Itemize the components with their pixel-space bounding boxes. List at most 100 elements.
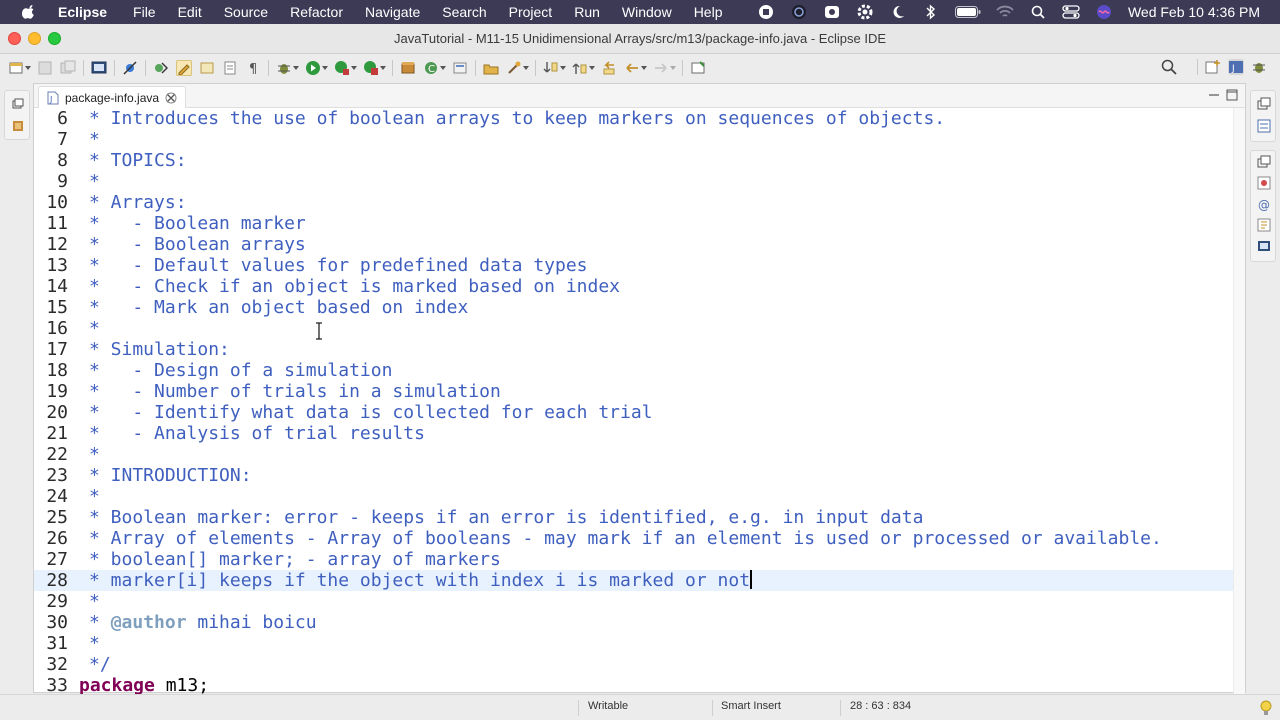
menu-refactor[interactable]: Refactor: [290, 4, 343, 20]
code-line[interactable]: 32 */: [34, 654, 1245, 675]
toggle-mark-occurrences-icon[interactable]: [176, 60, 192, 76]
coverage-icon[interactable]: [334, 60, 350, 76]
tab-package-info-java[interactable]: J package-info.java: [38, 86, 187, 108]
minimize-editor-icon[interactable]: [1207, 88, 1221, 102]
code-editor[interactable]: 6 * Introduces the use of boolean arrays …: [34, 108, 1245, 694]
code-line[interactable]: 14 * - Check if an object is marked based…: [34, 276, 1245, 297]
code-line[interactable]: 13 * - Default values for predefined data…: [34, 255, 1245, 276]
pin-editor-icon[interactable]: [690, 60, 706, 76]
lightbulb-tip-icon[interactable]: [1260, 700, 1272, 716]
new-java-class-icon[interactable]: C: [423, 60, 439, 76]
menu-source[interactable]: Source: [224, 4, 268, 20]
code-line[interactable]: 31 *: [34, 633, 1245, 654]
code-line[interactable]: 15 * - Mark an object based on index: [34, 297, 1245, 318]
new-java-package-icon[interactable]: [400, 60, 416, 76]
menu-help[interactable]: Help: [694, 4, 723, 20]
bluetooth-icon[interactable]: [922, 4, 940, 20]
next-annotation-dropdown-icon[interactable]: [560, 60, 566, 76]
open-perspective-icon[interactable]: [1205, 59, 1221, 75]
code-line[interactable]: 29 *: [34, 591, 1245, 612]
new-wizard-icon[interactable]: [8, 60, 24, 76]
code-line[interactable]: 21 * - Analysis of trial results: [34, 423, 1245, 444]
code-line[interactable]: 6 * Introduces the use of boolean arrays …: [34, 108, 1245, 129]
package-explorer-icon[interactable]: [12, 119, 24, 131]
code-line[interactable]: 28 * marker[i] keeps if the object with i…: [34, 570, 1245, 591]
open-type-icon[interactable]: [483, 60, 499, 76]
maximize-editor-icon[interactable]: [1225, 88, 1239, 102]
toggle-block-selection-icon[interactable]: [199, 60, 215, 76]
new-wizard-dropdown-icon[interactable]: [25, 60, 31, 76]
code-line[interactable]: 12 * - Boolean arrays: [34, 234, 1245, 255]
debug-icon[interactable]: [276, 60, 292, 76]
forward-dropdown-icon[interactable]: [670, 60, 676, 76]
menu-window[interactable]: Window: [622, 4, 672, 20]
new-java-project-icon[interactable]: [452, 60, 468, 76]
status-cursor-position[interactable]: 28 : 63 : 834: [850, 700, 911, 712]
menu-project[interactable]: Project: [509, 4, 553, 20]
coverage-dropdown-icon[interactable]: [351, 60, 357, 76]
control-center-icon[interactable]: [1062, 4, 1080, 20]
menu-bar-clock[interactable]: Wed Feb 10 4:36 PM: [1128, 4, 1260, 20]
siri-icon[interactable]: [1095, 4, 1113, 20]
code-line[interactable]: 9 *: [34, 171, 1245, 192]
open-task-icon[interactable]: [506, 60, 522, 76]
code-line[interactable]: 16 *: [34, 318, 1245, 339]
skip-breakpoints-icon[interactable]: [122, 60, 138, 76]
app-status-icon[interactable]: [790, 4, 808, 20]
battery-icon[interactable]: [954, 4, 981, 20]
menu-search[interactable]: Search: [442, 4, 486, 20]
code-line[interactable]: 11 * - Boolean marker: [34, 213, 1245, 234]
back-icon[interactable]: [624, 60, 640, 76]
menu-edit[interactable]: Edit: [178, 4, 202, 20]
pilcrow-icon[interactable]: ¶: [245, 60, 261, 76]
problems-view-icon[interactable]: [1257, 176, 1271, 190]
outline-view-icon[interactable]: [1257, 119, 1271, 133]
restore-bottom-panel-icon[interactable]: [1257, 155, 1271, 169]
code-line[interactable]: 25 * Boolean marker: error - keeps if an …: [34, 507, 1245, 528]
code-line[interactable]: 33 package m13;: [34, 675, 1245, 694]
screen-record-icon[interactable]: [757, 4, 775, 20]
forward-icon[interactable]: [653, 60, 669, 76]
open-task-dropdown-icon[interactable]: [523, 60, 529, 76]
previous-annotation-dropdown-icon[interactable]: [589, 60, 595, 76]
external-tools-icon[interactable]: [363, 60, 379, 76]
menu-app-eclipse[interactable]: Eclipse: [58, 4, 107, 20]
save-all-icon[interactable]: [60, 60, 76, 76]
save-icon[interactable]: [37, 60, 53, 76]
terminal-icon[interactable]: [91, 60, 107, 76]
code-line[interactable]: 7 *: [34, 129, 1245, 150]
code-line[interactable]: 10 * Arrays:: [34, 192, 1245, 213]
code-line[interactable]: 17 * Simulation:: [34, 339, 1245, 360]
code-line[interactable]: 23 * INTRODUCTION:: [34, 465, 1245, 486]
debug-perspective-icon[interactable]: [1251, 59, 1267, 75]
next-annotation-icon[interactable]: [543, 60, 559, 76]
status-insert-mode[interactable]: Smart Insert: [721, 700, 781, 712]
creative-cloud-icon[interactable]: [823, 4, 841, 20]
previous-annotation-icon[interactable]: [572, 60, 588, 76]
code-line[interactable]: 24 *: [34, 486, 1245, 507]
restore-outline-icon[interactable]: [1257, 97, 1271, 111]
settings-gear-icon[interactable]: [856, 4, 874, 20]
external-tools-dropdown-icon[interactable]: [380, 60, 386, 76]
wifi-icon[interactable]: [996, 4, 1014, 20]
javadoc-view-icon[interactable]: @: [1257, 197, 1271, 212]
code-line[interactable]: 18 * - Design of a simulation: [34, 360, 1245, 381]
show-whitespace-icon[interactable]: [222, 60, 238, 76]
search-icon[interactable]: [1161, 59, 1177, 75]
back-dropdown-icon[interactable]: [641, 60, 647, 76]
code-line[interactable]: 19 * - Number of trials in a simulation: [34, 381, 1245, 402]
dark-mode-moon-icon[interactable]: [889, 4, 907, 20]
run-dropdown-icon[interactable]: [322, 60, 328, 76]
code-line[interactable]: 20 * - Identify what data is collected fo…: [34, 402, 1245, 423]
debug-dropdown-icon[interactable]: [293, 60, 299, 76]
code-line[interactable]: 22 *: [34, 444, 1245, 465]
declaration-view-icon[interactable]: [1257, 218, 1271, 232]
spotlight-search-icon[interactable]: [1029, 4, 1047, 20]
code-line[interactable]: 27 * boolean[] marker; - array of markers: [34, 549, 1245, 570]
console-view-icon[interactable]: [1257, 239, 1271, 253]
editor-vertical-scrollbar[interactable]: [1233, 108, 1245, 694]
run-icon[interactable]: [305, 60, 321, 76]
last-edit-location-icon[interactable]: [601, 60, 617, 76]
menu-run[interactable]: Run: [574, 4, 600, 20]
close-tab-icon[interactable]: [165, 92, 177, 104]
